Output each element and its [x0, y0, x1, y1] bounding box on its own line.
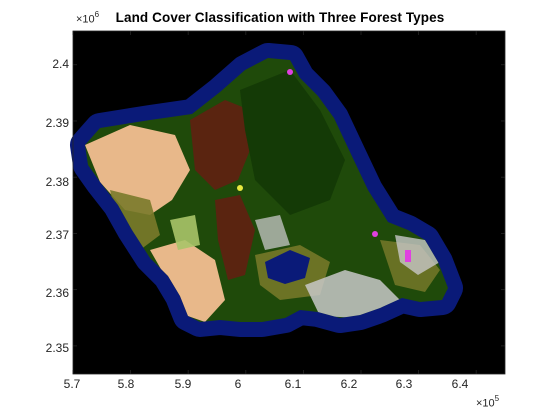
y-tick-label: 2.36 — [45, 286, 69, 300]
y-tick-label: 2.38 — [45, 175, 69, 189]
magenta-feature-bay — [405, 250, 411, 262]
x-exponent-power: 5 — [494, 394, 500, 403]
x-tick-label: 6.3 — [395, 377, 413, 391]
y-exponent-base: ×10 — [76, 13, 95, 26]
x-tick-label: 6 — [234, 377, 242, 391]
x-tick-label: 6.2 — [340, 377, 358, 391]
yellow-feature — [237, 185, 243, 191]
x-tick-label: 5.9 — [174, 377, 192, 391]
x-axis-exponent: ×105 — [476, 394, 500, 410]
y-tick-label: 2.39 — [45, 116, 69, 130]
y-tick-label: 2.35 — [45, 341, 69, 355]
map-plot — [70, 30, 506, 375]
magenta-feature-east — [372, 231, 378, 237]
x-tick-label: 6.4 — [451, 377, 469, 391]
y-tick-label: 2.37 — [45, 228, 69, 242]
x-tick-label: 5.8 — [117, 377, 135, 391]
y-axis-exponent: ×106 — [76, 10, 100, 26]
y-exponent-power: 6 — [94, 10, 100, 19]
magenta-feature-north — [287, 69, 293, 75]
x-exponent-base: ×10 — [476, 397, 495, 410]
y-tick-label: 2.4 — [52, 57, 69, 71]
x-tick-label: 5.7 — [63, 377, 81, 391]
x-tick-label: 6.1 — [284, 377, 302, 391]
